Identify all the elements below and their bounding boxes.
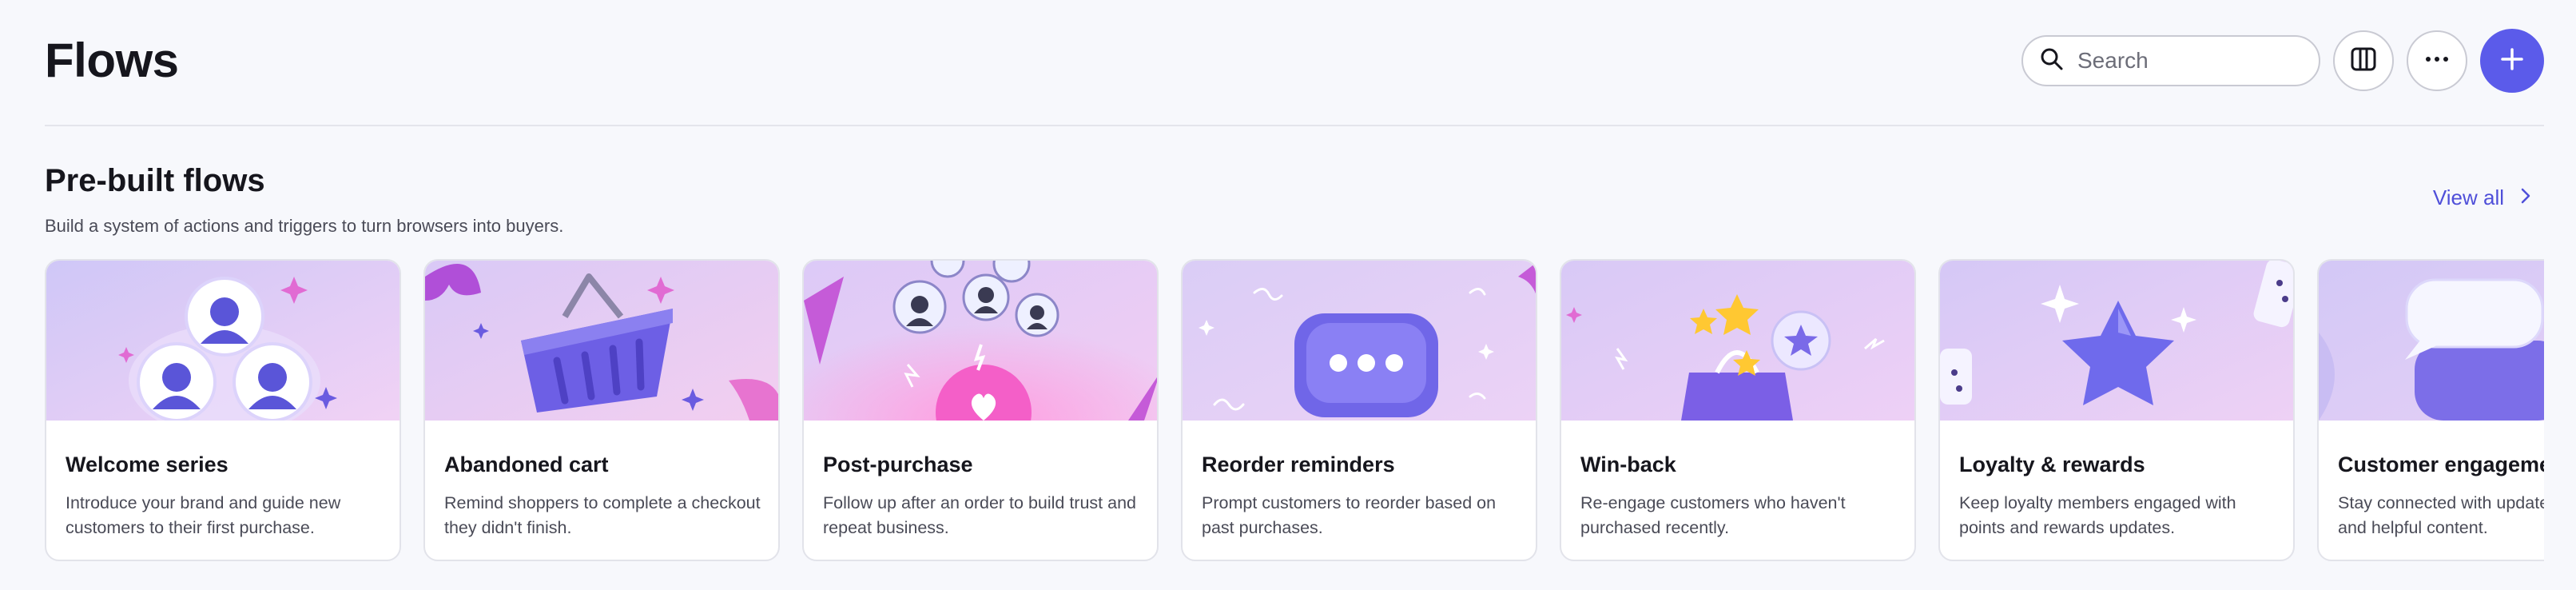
view-all-label: View all xyxy=(2432,185,2504,209)
people-icon xyxy=(46,261,400,421)
card-title: Post-purchase xyxy=(823,452,973,476)
card-illustration xyxy=(2319,261,2544,421)
heart-icon xyxy=(804,261,1157,421)
more-horizontal-icon xyxy=(2423,45,2451,78)
flow-card-win-back[interactable]: Win-back Re-engage customers who haven't… xyxy=(1560,259,1916,561)
chat-bubble-icon xyxy=(1183,261,1536,421)
flow-card-abandoned-cart[interactable]: Abandoned cart Remind shoppers to comple… xyxy=(423,259,780,561)
columns-icon xyxy=(2349,45,2378,78)
columns-button[interactable] xyxy=(2333,30,2394,91)
card-description: Remind shoppers to complete a checkout t… xyxy=(444,493,761,537)
card-description: Re-engage customers who haven't purchase… xyxy=(1580,493,1846,537)
section-subtitle: Build a system of actions and triggers t… xyxy=(45,216,564,236)
card-title: Abandoned cart xyxy=(444,452,609,476)
card-illustration xyxy=(1561,261,1914,421)
basket-icon xyxy=(425,261,778,421)
search-box[interactable] xyxy=(2021,35,2320,86)
add-flow-button[interactable] xyxy=(2480,29,2544,93)
star-icon xyxy=(1940,261,2293,421)
card-title: Welcome series xyxy=(66,452,229,476)
card-description: Follow up after an order to build trust … xyxy=(823,493,1136,537)
card-illustration xyxy=(1183,261,1536,421)
flow-card-customer-engagement[interactable]: Customer engagement Stay connected with … xyxy=(2317,259,2544,561)
more-options-button[interactable] xyxy=(2407,30,2467,91)
page-header: Flows xyxy=(45,0,2544,126)
card-title: Reorder reminders xyxy=(1202,452,1395,476)
flow-cards-row: Welcome series Introduce your brand and … xyxy=(45,259,2544,563)
plus-icon xyxy=(2498,46,2526,77)
flow-card-welcome-series[interactable]: Welcome series Introduce your brand and … xyxy=(45,259,401,561)
search-icon xyxy=(2039,46,2065,76)
card-title: Customer engagement xyxy=(2338,452,2544,476)
section-title: Pre-built flows xyxy=(45,163,265,198)
page-title: Flows xyxy=(45,34,179,87)
card-description: Stay connected with updates, launches, a… xyxy=(2338,493,2544,537)
card-description: Prompt customers to reorder based on pas… xyxy=(1202,493,1497,537)
card-title: Win-back xyxy=(1580,452,1676,476)
search-input[interactable] xyxy=(2076,47,2319,74)
card-illustration xyxy=(1940,261,2293,421)
card-title: Loyalty & rewards xyxy=(1959,452,2145,476)
card-illustration xyxy=(425,261,778,421)
flow-card-post-purchase[interactable]: Post-purchase Follow up after an order t… xyxy=(802,259,1159,561)
toolbar xyxy=(2021,29,2544,93)
card-illustration xyxy=(46,261,400,421)
view-all-link[interactable]: View all xyxy=(2433,184,2534,211)
flow-card-loyalty-rewards[interactable]: Loyalty & rewards Keep loyalty members e… xyxy=(1938,259,2295,561)
chevron-right-icon xyxy=(2517,184,2534,211)
shopping-bag-icon xyxy=(1561,261,1914,421)
card-illustration xyxy=(804,261,1157,421)
speech-bubbles-icon xyxy=(2319,261,2544,421)
card-description: Keep loyalty members engaged with points… xyxy=(1959,493,2236,537)
flow-card-reorder-reminders[interactable]: Reorder reminders Prompt customers to re… xyxy=(1181,259,1537,561)
card-description: Introduce your brand and guide new custo… xyxy=(66,493,341,537)
